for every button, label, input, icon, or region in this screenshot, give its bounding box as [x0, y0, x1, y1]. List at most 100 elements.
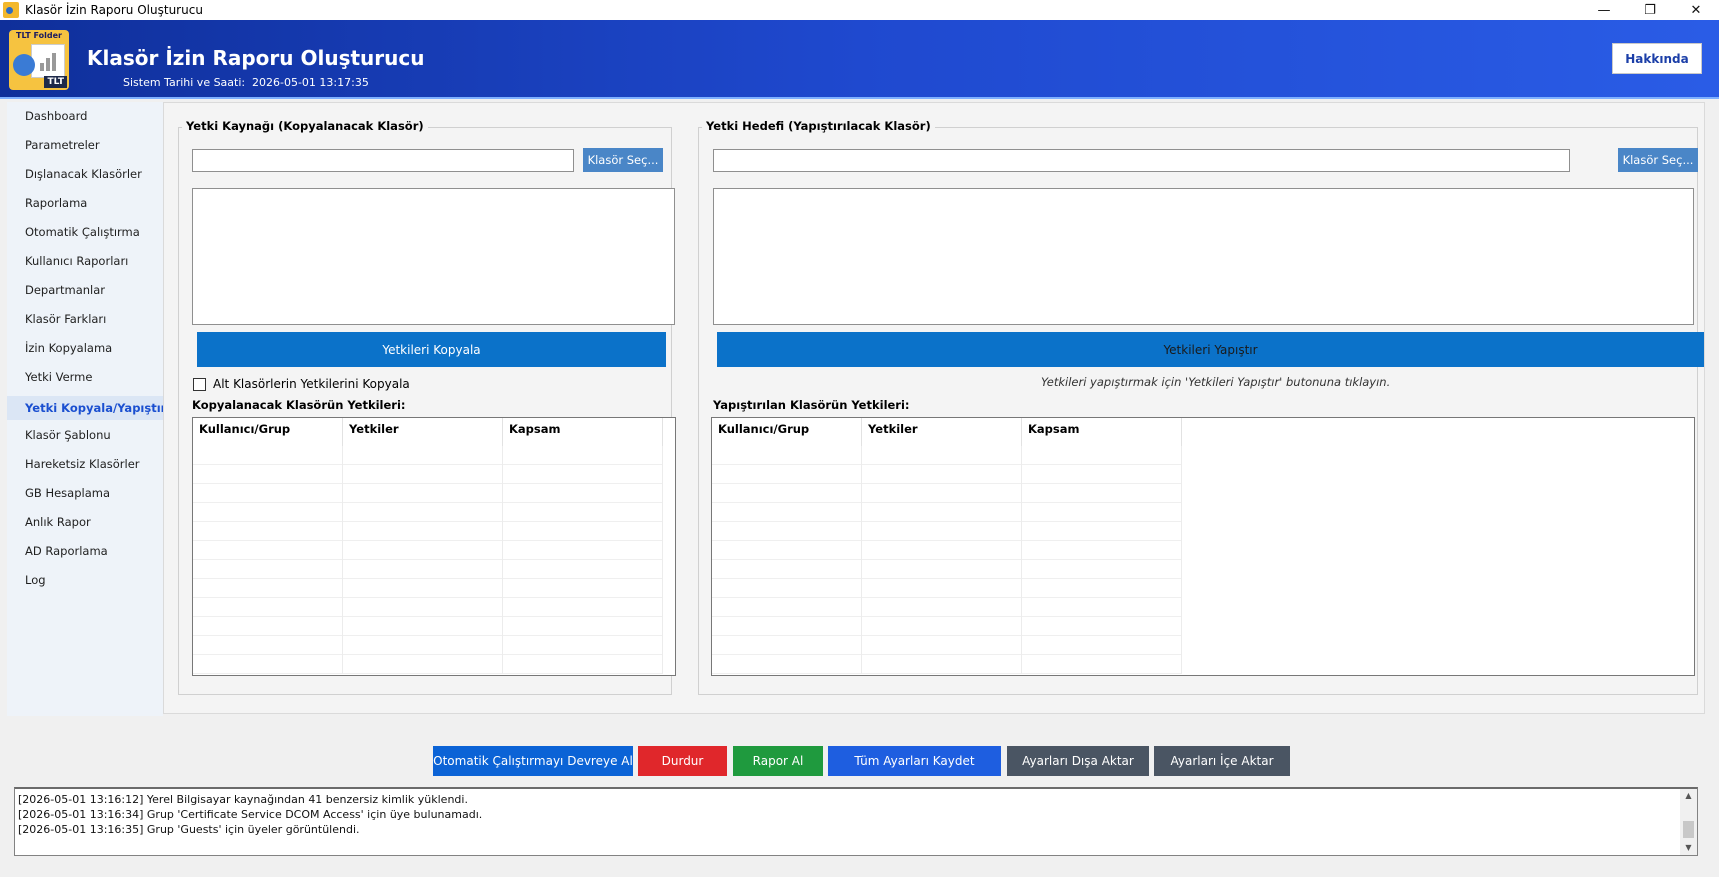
table-row: [193, 503, 663, 522]
source-col-user-group[interactable]: Kullanıcı/Grup: [193, 418, 343, 446]
system-datetime-label: Sistem Tarihi ve Saati:: [123, 76, 246, 89]
sidebar-item-parameters[interactable]: Parametreler: [25, 135, 100, 155]
document-chart-icon: [31, 44, 65, 78]
log-line: [2026-05-01 13:16:34] Grup 'Certificate …: [18, 808, 483, 821]
table-row: [712, 560, 1182, 579]
table-row: [193, 484, 663, 503]
table-row: [712, 446, 1182, 465]
source-col-scope[interactable]: Kapsam: [503, 418, 663, 446]
table-row: [193, 541, 663, 560]
log-output[interactable]: [2026-05-01 13:16:12] Yerel Bilgisayar k…: [14, 787, 1698, 856]
table-row: [712, 503, 1182, 522]
target-path-field[interactable]: [714, 150, 1569, 171]
source-col-permissions[interactable]: Yetkiler: [343, 418, 503, 446]
sidebar-item-ad-reporting[interactable]: AD Raporlama: [25, 541, 108, 561]
window-titlebar: Klasör İzin Raporu Oluşturucu — ❐ ✕: [0, 0, 1719, 20]
sidebar-item-log[interactable]: Log: [25, 570, 46, 590]
table-row: [193, 579, 663, 598]
target-path-input[interactable]: [713, 149, 1570, 172]
subfolders-checkbox[interactable]: [193, 377, 206, 391]
source-browse-button[interactable]: Klasör Seç...: [583, 148, 663, 172]
window-title: Klasör İzin Raporu Oluşturucu: [25, 3, 203, 17]
table-row: [193, 617, 663, 636]
table-row: [193, 655, 663, 674]
sidebar-item-grant-permission[interactable]: Yetki Verme: [25, 367, 92, 387]
sidebar-item-user-reports[interactable]: Kullanıcı Raporları: [25, 251, 128, 271]
minimize-icon[interactable]: —: [1581, 0, 1627, 20]
table-row: [193, 636, 663, 655]
main-panel: Yetki Kaynağı (Kopyalanacak Klasör) Klas…: [163, 102, 1705, 714]
table-row: [712, 598, 1182, 617]
table-row: [193, 522, 663, 541]
user-icon: [13, 54, 35, 76]
scroll-up-icon[interactable]: ▲: [1680, 789, 1697, 803]
sidebar-item-folder-template[interactable]: Klasör Şablonu: [25, 425, 111, 445]
table-row: [712, 617, 1182, 636]
export-settings-button[interactable]: Ayarları Dışa Aktar: [1007, 746, 1149, 776]
app-icon: [3, 2, 19, 18]
table-row: [712, 579, 1182, 598]
table-row: [712, 522, 1182, 541]
target-grid-header: Kullanıcı/Grup Yetkiler Kapsam: [712, 418, 1182, 446]
log-scrollbar[interactable]: ▲ ▼: [1680, 789, 1697, 855]
table-row: [193, 465, 663, 484]
sidebar-nav: Dashboard Parametreler Dışlanacak Klasör…: [7, 102, 166, 716]
scroll-thumb[interactable]: [1683, 821, 1694, 838]
subfolders-checkbox-row[interactable]: Alt Klasörlerin Yetkilerini Kopyala: [193, 377, 410, 391]
sidebar-item-permission-copy[interactable]: İzin Kopyalama: [25, 338, 112, 358]
paste-permissions-button[interactable]: Yetkileri Yapıştır: [717, 332, 1704, 367]
header-divider: [0, 97, 1719, 99]
auto-run-button[interactable]: Otomatik Çalıştırmayı Devreye Al: [433, 746, 633, 776]
log-line: [2026-05-01 13:16:35] Grup 'Guests' için…: [18, 823, 360, 836]
app-header: TLT Folder TLT Klasör İzin Raporu Oluştu…: [0, 20, 1719, 97]
target-col-scope[interactable]: Kapsam: [1022, 418, 1182, 446]
table-row: [193, 446, 663, 465]
table-row: [193, 560, 663, 579]
table-row: [712, 465, 1182, 484]
sidebar-item-inactive-folders[interactable]: Hareketsiz Klasörler: [25, 454, 140, 474]
target-col-user-group[interactable]: Kullanıcı/Grup: [712, 418, 862, 446]
source-path-input[interactable]: [192, 149, 574, 172]
app-logo: TLT Folder TLT: [9, 30, 69, 90]
source-group-title: Yetki Kaynağı (Kopyalanacak Klasör): [182, 119, 428, 133]
source-grid-label: Kopyalanacak Klasörün Yetkileri:: [192, 398, 406, 412]
sidebar-item-gb-calc[interactable]: GB Hesaplama: [25, 483, 110, 503]
window-controls: — ❐ ✕: [1581, 0, 1719, 20]
target-browse-button[interactable]: Klasör Seç...: [1618, 148, 1698, 172]
import-settings-button[interactable]: Ayarları İçe Aktar: [1154, 746, 1290, 776]
source-permissions-grid[interactable]: Kullanıcı/Grup Yetkiler Kapsam: [192, 417, 676, 676]
source-folder-list[interactable]: [192, 188, 675, 325]
target-group-title: Yetki Hedefi (Yapıştırılacak Klasör): [702, 119, 935, 133]
source-grid-header: Kullanıcı/Grup Yetkiler Kapsam: [193, 418, 663, 446]
sidebar-item-excluded-folders[interactable]: Dışlanacak Klasörler: [25, 164, 142, 184]
table-row: [712, 484, 1182, 503]
source-path-field[interactable]: [193, 150, 573, 171]
paste-hint: Yetkileri yapıştırmak için 'Yetkileri Ya…: [1041, 375, 1391, 389]
save-all-settings-button[interactable]: Tüm Ayarları Kaydet: [828, 746, 1001, 776]
scroll-down-icon[interactable]: ▼: [1680, 841, 1697, 855]
sidebar-item-reporting[interactable]: Raporlama: [25, 193, 87, 213]
about-button[interactable]: Hakkında: [1612, 43, 1702, 74]
report-button[interactable]: Rapor Al: [733, 746, 823, 776]
table-row: [712, 655, 1182, 674]
target-col-permissions[interactable]: Yetkiler: [862, 418, 1022, 446]
sidebar-item-folder-diffs[interactable]: Klasör Farkları: [25, 309, 106, 329]
app-title: Klasör İzin Raporu Oluşturucu: [87, 46, 425, 70]
stop-button[interactable]: Durdur: [638, 746, 727, 776]
sidebar-item-instant-report[interactable]: Anlık Rapor: [25, 512, 91, 532]
table-row: [712, 636, 1182, 655]
logo-text: TLT Folder: [16, 31, 62, 40]
close-icon[interactable]: ✕: [1673, 0, 1719, 20]
sidebar-item-copy-paste[interactable]: Yetki Kopyala/Yapıştır: [25, 398, 166, 418]
target-permissions-grid[interactable]: Kullanıcı/Grup Yetkiler Kapsam: [711, 417, 1695, 676]
target-grid-label: Yapıştırılan Klasörün Yetkileri:: [713, 398, 910, 412]
maximize-icon[interactable]: ❐: [1627, 0, 1673, 20]
copy-permissions-button[interactable]: Yetkileri Kopyala: [197, 332, 666, 367]
sidebar-item-dashboard[interactable]: Dashboard: [25, 106, 87, 126]
table-row: [193, 598, 663, 617]
sidebar-item-auto-run[interactable]: Otomatik Çalıştırma: [25, 222, 140, 242]
log-line: [2026-05-01 13:16:12] Yerel Bilgisayar k…: [18, 793, 468, 806]
system-datetime-value: 2026-05-01 13:17:35: [252, 76, 369, 89]
sidebar-item-departments[interactable]: Departmanlar: [25, 280, 105, 300]
target-folder-list[interactable]: [713, 188, 1694, 325]
